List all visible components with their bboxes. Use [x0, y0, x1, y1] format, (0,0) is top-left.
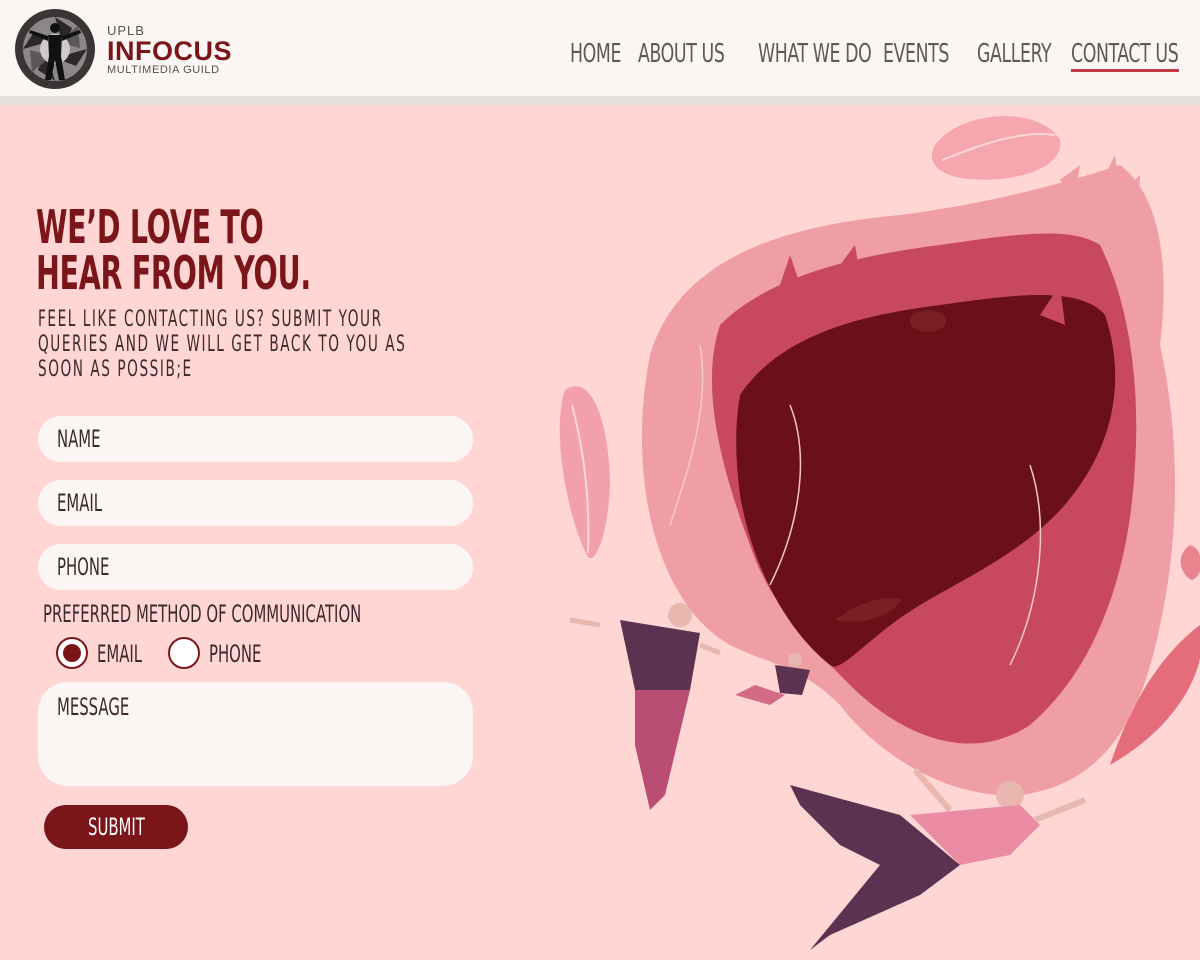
submit-button[interactable]: SUBMIT: [44, 805, 188, 849]
intro-line-2: QUERIES AND WE WILL GET BACK TO YOU AS: [38, 332, 407, 357]
brand-name: INFOCUS: [107, 36, 232, 66]
submit-label: SUBMIT: [88, 813, 145, 841]
brand[interactable]: UPLB INFOCUS MULTIMEDIA GUILD: [107, 24, 232, 77]
nav-gallery[interactable]: GALLERY: [977, 38, 1052, 70]
headline-line-2: HEAR FROM YOU.: [36, 246, 311, 300]
brand-subtitle: MULTIMEDIA GUILD: [107, 64, 220, 76]
header-shadow: [0, 96, 1200, 105]
radio-email-label[interactable]: EMAIL: [97, 640, 142, 668]
preferred-method-label: PREFERRED METHOD OF COMMUNICATION: [43, 600, 362, 628]
message-field[interactable]: MESSAGE: [38, 682, 473, 786]
floating-people-illustration: [559, 116, 1200, 950]
intro-line-1: FEEL LIKE CONTACTING US? SUBMIT YOUR: [38, 307, 383, 332]
message-placeholder: MESSAGE: [57, 693, 130, 721]
intro-line-3: SOON AS POSSIB;E: [38, 357, 193, 382]
nav-active-underline: [1071, 69, 1179, 72]
nav-events[interactable]: EVENTS: [883, 38, 949, 70]
radio-phone[interactable]: [168, 637, 200, 669]
phone-field[interactable]: PHONE: [38, 544, 473, 590]
nav-contact-us[interactable]: CONTACT US: [1071, 38, 1179, 70]
phone-placeholder: PHONE: [57, 553, 110, 581]
headline-line-1: WE’D LOVE TO: [36, 200, 264, 254]
name-placeholder: NAME: [57, 425, 101, 453]
name-field[interactable]: NAME: [38, 416, 473, 462]
radio-email[interactable]: [56, 637, 88, 669]
email-placeholder: EMAIL: [57, 489, 103, 517]
site-header: UPLB INFOCUS MULTIMEDIA GUILD HOME ABOUT…: [0, 0, 1200, 96]
nav-home[interactable]: HOME: [570, 38, 621, 70]
nav-about-us[interactable]: ABOUT US: [638, 38, 725, 70]
infocus-logo-icon[interactable]: [14, 8, 96, 90]
nav-what-we-do[interactable]: WHAT WE DO: [758, 38, 872, 70]
email-field[interactable]: EMAIL: [38, 480, 473, 526]
radio-phone-label[interactable]: PHONE: [209, 640, 261, 668]
